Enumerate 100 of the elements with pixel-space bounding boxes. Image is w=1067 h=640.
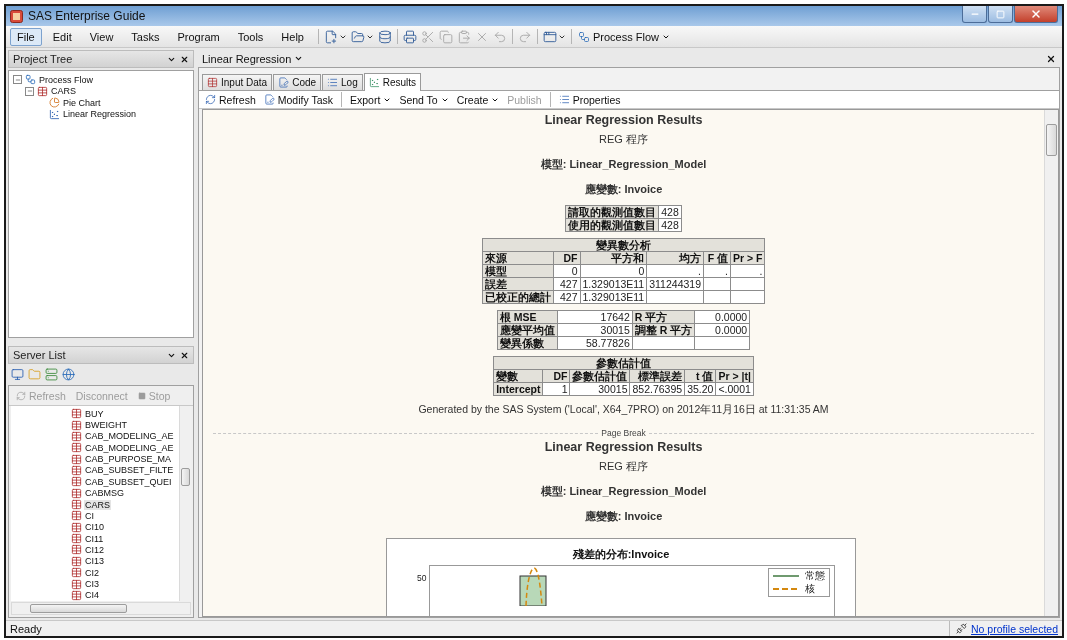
table-icon (71, 499, 82, 511)
close-icon (180, 350, 189, 360)
tab[interactable]: Input Data (202, 74, 273, 90)
close-button[interactable] (1014, 6, 1058, 23)
tree-item[interactable]: Pie Chart (63, 97, 101, 108)
list-item[interactable]: CI13 (84, 556, 105, 567)
list-item[interactable]: CI (84, 510, 95, 521)
toolbar-button[interactable]: Properties (555, 93, 624, 106)
table-icon (71, 533, 82, 545)
new-file-icon (324, 29, 338, 44)
print-button[interactable] (401, 29, 419, 44)
paste-icon (457, 29, 471, 44)
table-icon (71, 476, 82, 488)
refresh-icon (205, 94, 216, 105)
window-icon (543, 29, 557, 44)
list-item[interactable]: CI3 (84, 579, 100, 590)
legend-label: 常態 (805, 570, 825, 582)
toolbar-button[interactable]: Create (453, 93, 503, 106)
toolbar-button[interactable]: Send To (396, 93, 452, 106)
report-title: Linear Regression Results (544, 113, 703, 127)
menu-item[interactable]: Edit (45, 27, 79, 46)
minimize-button[interactable] (962, 6, 987, 23)
tree-item[interactable]: CARS (51, 86, 76, 97)
dependent-variable: 應變數: Invoice (584, 182, 663, 197)
page-break-label: Page Break (601, 428, 646, 438)
collapse-icon[interactable] (13, 75, 22, 85)
table-icon (71, 453, 82, 465)
table-icon (71, 555, 82, 567)
tab[interactable]: Log (322, 74, 363, 90)
list-item[interactable]: CAB_SUBSET_FILTE (84, 465, 175, 476)
table-icon (71, 464, 82, 476)
globe-icon (62, 368, 75, 381)
table-title: 變異數分析 (482, 238, 765, 252)
table-icon (71, 567, 82, 579)
scrollbar[interactable] (179, 406, 191, 601)
maximize-icon (996, 9, 1005, 19)
list-item[interactable]: BWEIGHT (84, 420, 128, 431)
menu-item[interactable]: Tools (230, 27, 271, 46)
table-icon (71, 408, 82, 420)
table-icon (71, 544, 82, 556)
monitor-icon (11, 368, 24, 381)
dependent-variable: 應變數: Invoice (584, 509, 663, 524)
toolbar-button[interactable]: Export (347, 93, 395, 106)
menu-item[interactable]: File (10, 27, 42, 46)
table-icon (71, 442, 82, 454)
close-icon (180, 54, 189, 64)
table-icon (37, 85, 48, 97)
pane-title: Server List (13, 349, 67, 361)
flow-icon (578, 30, 590, 43)
table-icon (71, 510, 82, 522)
database-button[interactable] (376, 29, 394, 44)
tree-item[interactable]: Process Flow (39, 74, 93, 85)
collapse-icon[interactable] (25, 86, 34, 96)
print-icon (403, 29, 417, 44)
close-icon (1030, 8, 1042, 20)
list-item[interactable]: CI4 (84, 590, 100, 601)
row-header: 請取的觀測值數目 (565, 205, 659, 219)
tab[interactable]: Results (363, 73, 422, 91)
toolbar-button[interactable]: Modify Task (260, 93, 336, 106)
list-item[interactable]: CI2 (84, 567, 100, 578)
tab[interactable]: Code (273, 74, 322, 90)
document-title[interactable]: Linear Regression (202, 52, 292, 65)
table-icon (71, 430, 82, 442)
list-item[interactable]: CI12 (84, 545, 105, 555)
app-icon (10, 9, 23, 23)
toolbar-button[interactable]: Refresh (202, 93, 259, 106)
menu-item[interactable]: View (82, 27, 121, 46)
scrollbar[interactable] (11, 602, 191, 615)
refresh-icon (16, 390, 26, 401)
procedure-name: REG 程序 (599, 459, 648, 474)
profile-link[interactable]: No profile selected (971, 622, 1058, 635)
list-item[interactable]: CI11 (84, 533, 105, 544)
menu-item[interactable]: Program (170, 27, 227, 46)
scrollbar[interactable] (1044, 110, 1058, 616)
generated-note: Generated by the SAS System ('Local', X64_7PRO) on 2012年11月16日 at 11:31:35 AM (418, 403, 829, 417)
menu-item[interactable]: Help (274, 27, 311, 46)
status-text: Ready (10, 622, 43, 635)
list-item[interactable]: BUY (84, 408, 105, 419)
table-icon (71, 578, 82, 590)
dropdown-icon (294, 54, 304, 63)
list-item[interactable]: CAB_PURPOSE_MA (84, 454, 173, 465)
row-header: 根 MSE (497, 310, 558, 324)
folder-icon (28, 368, 41, 381)
menu-item[interactable]: Tasks (124, 27, 167, 46)
chart-title: 殘差的分布:Invoice (572, 547, 670, 562)
list-item[interactable]: CAB_SUBSET_QUEI (84, 476, 173, 487)
table-icon (71, 487, 82, 499)
table-icon (71, 589, 82, 601)
list-item[interactable]: CARS (84, 499, 111, 510)
undo-icon (493, 29, 507, 44)
maximize-button[interactable] (988, 6, 1013, 23)
process-flow-button[interactable]: Process Flow (575, 30, 673, 43)
stop-icon (137, 391, 146, 400)
tree-item[interactable]: Linear Regression (63, 109, 137, 120)
list-item[interactable]: CAB_MODELING_AE (84, 431, 175, 442)
list-item[interactable]: CABMSG (84, 488, 125, 499)
list-item[interactable]: CI10 (84, 522, 105, 533)
axis-tick-label: 50 (417, 573, 427, 585)
list-item[interactable]: CAB_MODELING_AE (84, 442, 175, 453)
row-header: R 平方 (632, 310, 695, 324)
